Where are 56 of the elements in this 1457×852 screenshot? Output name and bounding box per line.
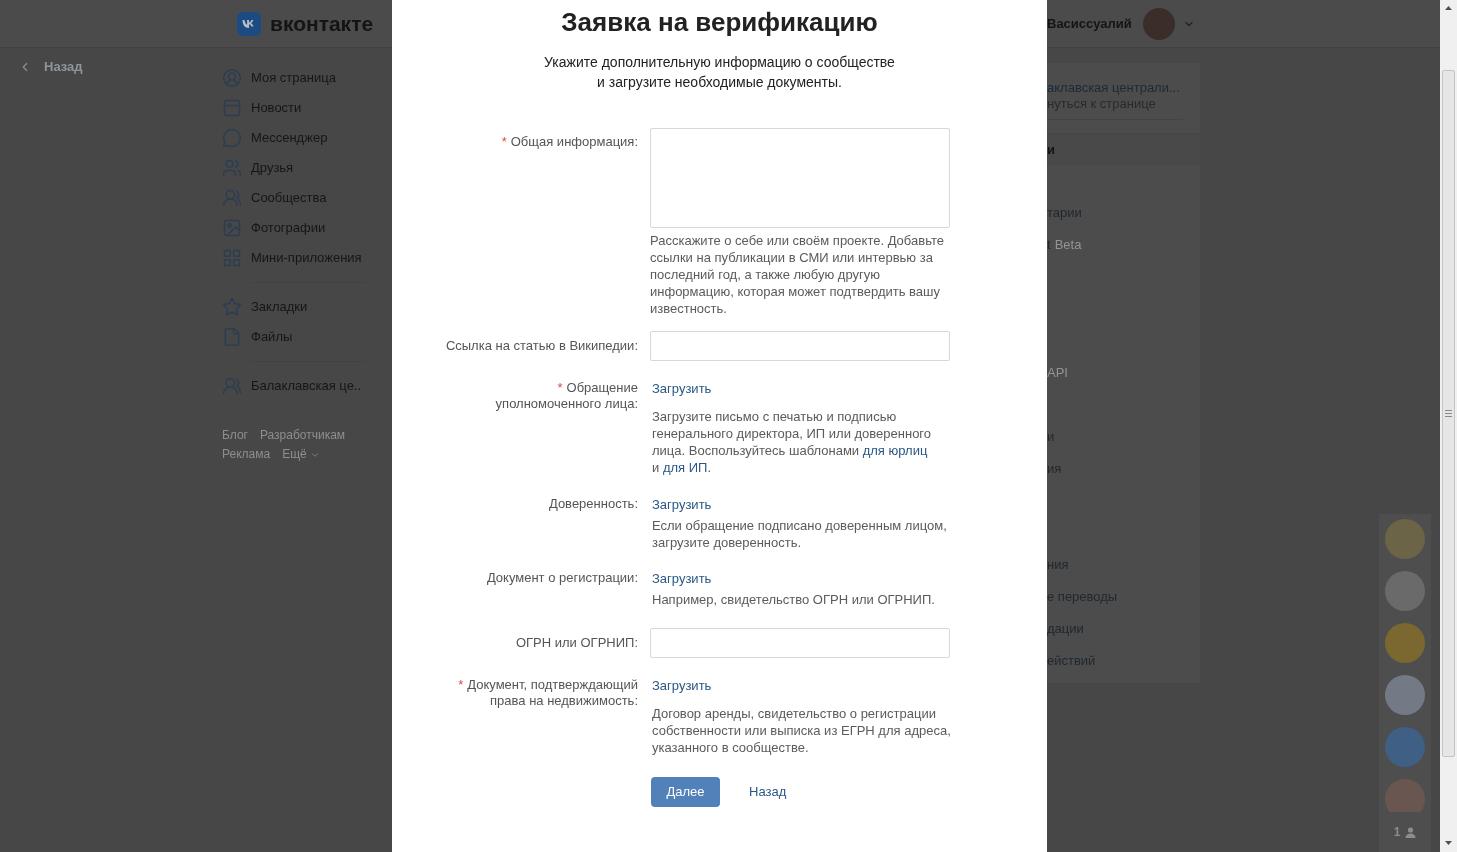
avatar-placeholder[interactable]	[1385, 779, 1425, 812]
more-menu-button[interactable]: Ещё	[282, 445, 320, 464]
upload-link[interactable]: Загрузить	[652, 380, 712, 397]
beta-label: Beta	[1054, 236, 1082, 255]
window-icon	[222, 98, 242, 118]
scroll-down-arrow-icon[interactable]	[1445, 841, 1452, 845]
back-link[interactable]: Назад	[18, 59, 222, 75]
person-icon	[1405, 826, 1417, 838]
online-friends-button[interactable]: 1	[1379, 812, 1431, 852]
avatar-placeholder[interactable]	[1385, 623, 1425, 663]
input-field[interactable]	[650, 330, 950, 361]
field-label: Документ о регистрации:	[486, 570, 638, 586]
text-area-field[interactable]	[650, 128, 950, 228]
modal-subtitle: Укажите дополнительную информацию о сообществе и загрузите необходимые документы.	[544, 53, 895, 92]
chat-bubble-icon	[222, 128, 242, 148]
field-label: Ссылка на статью в Википедии:	[445, 337, 638, 354]
logo-link[interactable]: вконтакте	[237, 11, 374, 36]
group-icon	[222, 188, 242, 208]
hint-text: Например, свидетельство ОГРН или ОГРНИП.	[652, 591, 935, 608]
hint-text: Расскажите о себе или своём проекте. Добавьте ссылки на публикации в СМИ или интервью за последний год, а также любую другую информацию, которая может подтвердить вашу известность.	[650, 232, 944, 317]
logo-icon	[237, 11, 261, 36]
modal-title: Заявка на верификацию	[561, 6, 878, 38]
input-field[interactable]	[650, 627, 950, 658]
two-people-icon	[222, 158, 242, 178]
avatar-placeholder[interactable]	[1385, 571, 1425, 611]
footer-link[interactable]: Блог	[222, 426, 248, 445]
avatar-placeholder	[1142, 7, 1175, 40]
upload-link[interactable]: Загрузить	[652, 495, 712, 513]
field-label: * Общая информация:	[501, 134, 638, 150]
grid-icon	[222, 248, 242, 268]
avatar-placeholder[interactable]	[1385, 675, 1425, 715]
field-label: * Документ, подтверждающий права на недвижимость:	[458, 677, 638, 709]
avatar-placeholder[interactable]	[1385, 727, 1425, 767]
footer-link[interactable]: Разработчикам	[259, 426, 346, 445]
file-icon	[222, 327, 242, 347]
footer-link[interactable]: Реклама	[222, 445, 271, 464]
template-link[interactable]: для юрлиц	[862, 443, 928, 458]
group-icon	[222, 376, 242, 396]
next-button[interactable]: Далее	[651, 776, 720, 807]
hint-text: Загрузите письмо с печатью и подписью генерального директора, ИП или доверенного лица. Воспользуйтесь шаблонами для юрлиц и для ИП.	[652, 408, 932, 476]
hint-text: Если обращение подписано доверенным лицом, загрузите доверенность.	[652, 516, 947, 551]
upload-link[interactable]: Загрузить	[652, 570, 712, 587]
user-circle-icon	[222, 68, 242, 88]
menu-item[interactable]: API	[1047, 357, 1200, 389]
upload-link[interactable]: Загрузить	[652, 677, 712, 694]
field-label: ОГРН или ОГРНИП:	[515, 634, 638, 651]
grip-lines-icon	[1445, 410, 1452, 417]
back-link[interactable]: Назад	[749, 781, 787, 802]
image-icon	[222, 218, 242, 238]
scrollbar-thumb[interactable]	[1442, 70, 1455, 757]
star-icon	[222, 297, 242, 317]
field-label: Доверенность:	[548, 495, 638, 512]
scroll-up-arrow-icon[interactable]	[1445, 6, 1452, 10]
field-label: * Обращение уполномоченного лица:	[495, 380, 638, 412]
avatar-placeholder[interactable]	[1385, 519, 1425, 559]
hint-text: Договор аренды, свидетельство о регистрации собственности или выписка из ЕГРН для адреса, указанного в сообществе.	[652, 705, 951, 756]
